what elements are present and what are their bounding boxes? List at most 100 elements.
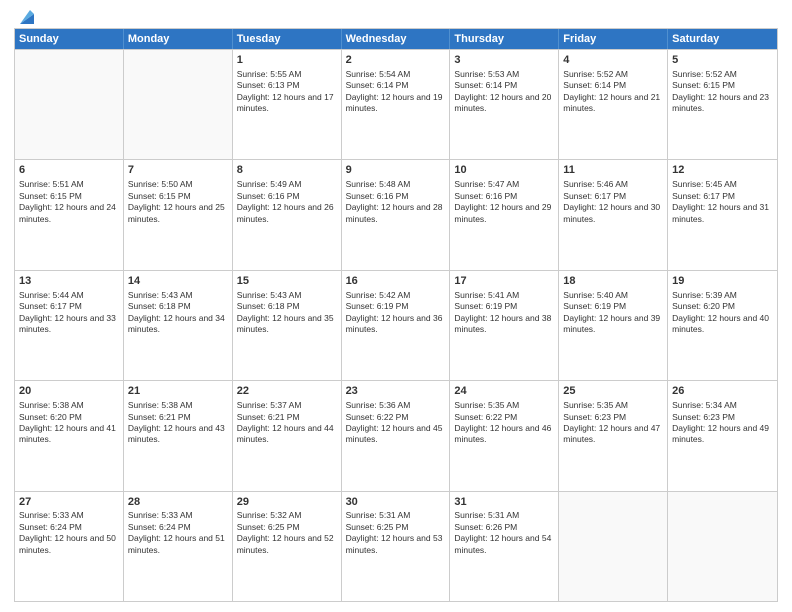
day-number: 21 xyxy=(128,384,228,399)
day-cell-24: 24Sunrise: 5:35 AMSunset: 6:22 PMDayligh… xyxy=(450,381,559,490)
calendar-body: 1Sunrise: 5:55 AMSunset: 6:13 PMDaylight… xyxy=(15,49,777,601)
day-number: 27 xyxy=(19,495,119,510)
day-number: 12 xyxy=(672,163,773,178)
cell-info: Sunrise: 5:50 AMSunset: 6:15 PMDaylight:… xyxy=(128,179,228,225)
cell-info: Sunrise: 5:35 AMSunset: 6:22 PMDaylight:… xyxy=(454,400,554,446)
day-cell-15: 15Sunrise: 5:43 AMSunset: 6:18 PMDayligh… xyxy=(233,271,342,380)
week-row-3: 13Sunrise: 5:44 AMSunset: 6:17 PMDayligh… xyxy=(15,270,777,380)
day-number: 23 xyxy=(346,384,446,399)
day-cell-8: 8Sunrise: 5:49 AMSunset: 6:16 PMDaylight… xyxy=(233,160,342,269)
day-number: 5 xyxy=(672,53,773,68)
day-cell-31: 31Sunrise: 5:31 AMSunset: 6:26 PMDayligh… xyxy=(450,492,559,601)
day-cell-13: 13Sunrise: 5:44 AMSunset: 6:17 PMDayligh… xyxy=(15,271,124,380)
cell-info: Sunrise: 5:52 AMSunset: 6:15 PMDaylight:… xyxy=(672,69,773,115)
day-cell-7: 7Sunrise: 5:50 AMSunset: 6:15 PMDaylight… xyxy=(124,160,233,269)
day-cell-23: 23Sunrise: 5:36 AMSunset: 6:22 PMDayligh… xyxy=(342,381,451,490)
cell-info: Sunrise: 5:45 AMSunset: 6:17 PMDaylight:… xyxy=(672,179,773,225)
day-number: 26 xyxy=(672,384,773,399)
day-cell-9: 9Sunrise: 5:48 AMSunset: 6:16 PMDaylight… xyxy=(342,160,451,269)
cell-info: Sunrise: 5:32 AMSunset: 6:25 PMDaylight:… xyxy=(237,510,337,556)
day-header-wednesday: Wednesday xyxy=(342,29,451,49)
calendar: SundayMondayTuesdayWednesdayThursdayFrid… xyxy=(14,28,778,602)
day-cell-12: 12Sunrise: 5:45 AMSunset: 6:17 PMDayligh… xyxy=(668,160,777,269)
day-number: 2 xyxy=(346,53,446,68)
day-number: 28 xyxy=(128,495,228,510)
cell-info: Sunrise: 5:51 AMSunset: 6:15 PMDaylight:… xyxy=(19,179,119,225)
day-number: 4 xyxy=(563,53,663,68)
day-cell-3: 3Sunrise: 5:53 AMSunset: 6:14 PMDaylight… xyxy=(450,50,559,159)
day-cell-21: 21Sunrise: 5:38 AMSunset: 6:21 PMDayligh… xyxy=(124,381,233,490)
day-cell-4: 4Sunrise: 5:52 AMSunset: 6:14 PMDaylight… xyxy=(559,50,668,159)
calendar-header: SundayMondayTuesdayWednesdayThursdayFrid… xyxy=(15,29,777,49)
day-number: 17 xyxy=(454,274,554,289)
day-header-thursday: Thursday xyxy=(450,29,559,49)
cell-info: Sunrise: 5:46 AMSunset: 6:17 PMDaylight:… xyxy=(563,179,663,225)
cell-info: Sunrise: 5:35 AMSunset: 6:23 PMDaylight:… xyxy=(563,400,663,446)
cell-info: Sunrise: 5:43 AMSunset: 6:18 PMDaylight:… xyxy=(128,290,228,336)
empty-cell xyxy=(124,50,233,159)
cell-info: Sunrise: 5:44 AMSunset: 6:17 PMDaylight:… xyxy=(19,290,119,336)
day-cell-16: 16Sunrise: 5:42 AMSunset: 6:19 PMDayligh… xyxy=(342,271,451,380)
day-number: 22 xyxy=(237,384,337,399)
cell-info: Sunrise: 5:53 AMSunset: 6:14 PMDaylight:… xyxy=(454,69,554,115)
cell-info: Sunrise: 5:52 AMSunset: 6:14 PMDaylight:… xyxy=(563,69,663,115)
day-cell-18: 18Sunrise: 5:40 AMSunset: 6:19 PMDayligh… xyxy=(559,271,668,380)
day-cell-6: 6Sunrise: 5:51 AMSunset: 6:15 PMDaylight… xyxy=(15,160,124,269)
cell-info: Sunrise: 5:43 AMSunset: 6:18 PMDaylight:… xyxy=(237,290,337,336)
day-number: 16 xyxy=(346,274,446,289)
week-row-4: 20Sunrise: 5:38 AMSunset: 6:20 PMDayligh… xyxy=(15,380,777,490)
cell-info: Sunrise: 5:54 AMSunset: 6:14 PMDaylight:… xyxy=(346,69,446,115)
cell-info: Sunrise: 5:37 AMSunset: 6:21 PMDaylight:… xyxy=(237,400,337,446)
cell-info: Sunrise: 5:33 AMSunset: 6:24 PMDaylight:… xyxy=(128,510,228,556)
cell-info: Sunrise: 5:49 AMSunset: 6:16 PMDaylight:… xyxy=(237,179,337,225)
day-header-saturday: Saturday xyxy=(668,29,777,49)
week-row-5: 27 Sunrise: 5:33 AMSunset: 6:24 PMDayligh… xyxy=(15,491,777,601)
cell-info: Sunrise: 5:40 AMSunset: 6:19 PMDaylight:… xyxy=(563,290,663,336)
cell-info: Sunrise: 5:31 AMSunset: 6:25 PMDaylight:… xyxy=(346,510,446,556)
day-cell-27: 27Sunrise: 5:33 AMSunset: 6:24 PMDayligh… xyxy=(15,492,124,601)
empty-cell xyxy=(668,492,777,601)
day-number: 31 xyxy=(454,495,554,510)
day-cell-1: 1Sunrise: 5:55 AMSunset: 6:13 PMDaylight… xyxy=(233,50,342,159)
day-number: 9 xyxy=(346,163,446,178)
week-row-1: 1Sunrise: 5:55 AMSunset: 6:13 PMDaylight… xyxy=(15,49,777,159)
cell-info: Sunrise: 5:55 AMSunset: 6:13 PMDaylight:… xyxy=(237,69,337,115)
day-number: 8 xyxy=(237,163,337,178)
day-cell-17: 17Sunrise: 5:41 AMSunset: 6:19 PMDayligh… xyxy=(450,271,559,380)
empty-cell xyxy=(559,492,668,601)
day-header-friday: Friday xyxy=(559,29,668,49)
day-cell-5: 5Sunrise: 5:52 AMSunset: 6:15 PMDaylight… xyxy=(668,50,777,159)
day-number: 20 xyxy=(19,384,119,399)
day-cell-30: 30Sunrise: 5:31 AMSunset: 6:25 PMDayligh… xyxy=(342,492,451,601)
day-number: 18 xyxy=(563,274,663,289)
logo xyxy=(14,10,38,22)
day-number: 19 xyxy=(672,274,773,289)
logo-icon xyxy=(16,6,38,28)
day-number: 1 xyxy=(237,53,337,68)
day-number: 30 xyxy=(346,495,446,510)
day-number: 15 xyxy=(237,274,337,289)
cell-info: Sunrise: 5:38 AMSunset: 6:20 PMDaylight:… xyxy=(19,400,119,446)
empty-cell xyxy=(15,50,124,159)
cell-info: Sunrise: 5:47 AMSunset: 6:16 PMDaylight:… xyxy=(454,179,554,225)
week-row-2: 6Sunrise: 5:51 AMSunset: 6:15 PMDaylight… xyxy=(15,159,777,269)
day-number: 29 xyxy=(237,495,337,510)
cell-info: Sunrise: 5:38 AMSunset: 6:21 PMDaylight:… xyxy=(128,400,228,446)
cell-info: Sunrise: 5:42 AMSunset: 6:19 PMDaylight:… xyxy=(346,290,446,336)
day-header-tuesday: Tuesday xyxy=(233,29,342,49)
day-cell-22: 22Sunrise: 5:37 AMSunset: 6:21 PMDayligh… xyxy=(233,381,342,490)
day-header-monday: Monday xyxy=(124,29,233,49)
day-cell-28: 28Sunrise: 5:33 AMSunset: 6:24 PMDayligh… xyxy=(124,492,233,601)
cell-info: Sunrise: 5:41 AMSunset: 6:19 PMDaylight:… xyxy=(454,290,554,336)
cell-info: Sunrise: 5:48 AMSunset: 6:16 PMDaylight:… xyxy=(346,179,446,225)
cell-info: Sunrise: 5:36 AMSunset: 6:22 PMDaylight:… xyxy=(346,400,446,446)
day-number: 10 xyxy=(454,163,554,178)
header xyxy=(14,10,778,22)
day-header-sunday: Sunday xyxy=(15,29,124,49)
day-cell-2: 2Sunrise: 5:54 AMSunset: 6:14 PMDaylight… xyxy=(342,50,451,159)
cell-info: Sunrise: 5:31 AMSunset: 6:26 PMDaylight:… xyxy=(454,510,554,556)
day-number: 6 xyxy=(19,163,119,178)
page: SundayMondayTuesdayWednesdayThursdayFrid… xyxy=(0,0,792,612)
day-cell-25: 25Sunrise: 5:35 AMSunset: 6:23 PMDayligh… xyxy=(559,381,668,490)
day-number: 7 xyxy=(128,163,228,178)
